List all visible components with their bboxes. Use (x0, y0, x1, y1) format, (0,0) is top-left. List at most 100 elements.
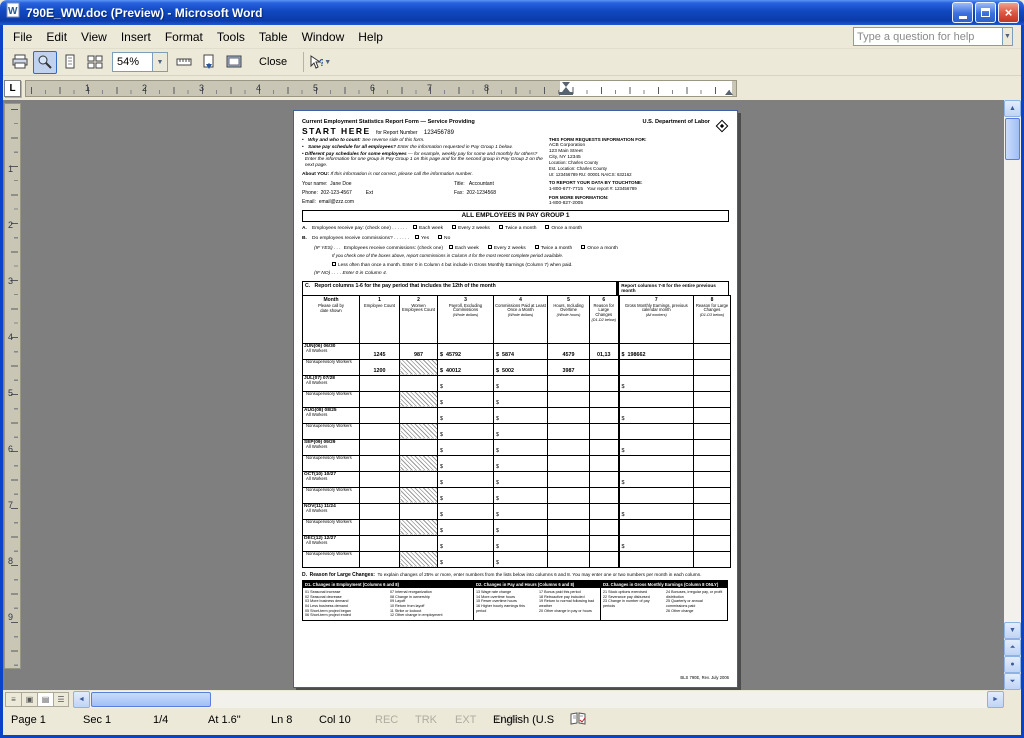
print-layout-view-button[interactable]: ▤ (37, 692, 53, 707)
h-ruler-number: 6 (370, 83, 375, 93)
table-row: SEP(09) 09/29All Workers$$$ (303, 439, 731, 455)
cell-col4: $ (494, 423, 548, 439)
dol-logo (715, 119, 729, 135)
vertical-scroll-thumb[interactable] (1005, 118, 1020, 160)
view-ruler-button[interactable] (172, 51, 196, 74)
cell-col6 (590, 487, 619, 503)
section-a-options: Each weekEvery 2 weeksTwice a monthOnce … (413, 225, 591, 232)
section-c-label: C. (305, 283, 310, 289)
phone-label: Phone: (302, 190, 318, 196)
menu-tools[interactable]: Tools (210, 27, 252, 47)
col-header-month: MonthPlease call bydate shown (303, 295, 360, 343)
question-combo[interactable]: ▼ (853, 27, 1013, 46)
v-ruler-number: 4 (8, 332, 13, 342)
col-label: Reason for Large Changes (695, 304, 729, 314)
if-yes-options: Each weekEvery 2 weeksTwice a monthOnce … (449, 245, 627, 252)
one-page-button[interactable] (58, 51, 82, 74)
multiple-pages-button[interactable] (83, 51, 107, 74)
scroll-right-button[interactable]: ► (987, 691, 1004, 708)
cell-col2: 987 (400, 343, 438, 359)
cell-value: $ (440, 400, 443, 406)
bullet-lead-bold: Same pay schedule for all employees? (308, 145, 396, 150)
cell-col5 (548, 423, 590, 439)
next-page-button[interactable]: ⏷ (1004, 673, 1021, 690)
menu-help[interactable]: Help (351, 27, 390, 47)
menu-window[interactable]: Window (295, 27, 352, 47)
ruler-ticks (31, 86, 734, 94)
magnifier-button[interactable] (33, 51, 57, 74)
scroll-down-button[interactable]: ▼ (1004, 622, 1021, 639)
checkbox-every-2-weeks (452, 225, 456, 229)
email-value: email@zzz.com (319, 199, 354, 205)
checkbox-label: Each week (419, 226, 443, 231)
status-mode-ext[interactable]: EXT (455, 714, 495, 726)
spelling-grammar-icon[interactable] (569, 711, 587, 730)
cell-value: $ (496, 512, 499, 518)
minimize-button[interactable] (952, 2, 973, 23)
col-label: Reason for Large Changes (591, 304, 617, 318)
month-cell: Nonsupervisory Workers (303, 519, 360, 535)
cell-col1 (360, 519, 400, 535)
hanging-indent-marker[interactable] (562, 83, 570, 92)
cell-col5 (548, 503, 590, 519)
month-cell: OCT(10) 10/27All Workers (303, 471, 360, 487)
chevron-down-icon[interactable]: ▼ (1002, 28, 1012, 45)
shrink-to-fit-button[interactable] (197, 51, 221, 74)
help-button[interactable]: ? ▼ (308, 51, 332, 74)
left-indent-marker[interactable] (559, 92, 573, 95)
menu-format[interactable]: Format (158, 27, 210, 47)
document-page[interactable]: Current Employment Statistics Report For… (293, 110, 738, 688)
print-button[interactable] (8, 51, 32, 74)
previous-page-button[interactable]: ⏶ (1004, 639, 1021, 656)
zoom-combo[interactable]: 54% ▼ (112, 52, 168, 72)
col-sublabel: (D1-D3 below) (695, 313, 729, 317)
right-indent-marker[interactable] (725, 86, 733, 95)
normal-view-button[interactable]: ≡ (5, 692, 21, 707)
status-line: Ln 8 (271, 714, 292, 726)
print-preview-area[interactable]: 123456789 Current Employment Statistics … (3, 100, 1004, 690)
cell-col4: $ (494, 439, 548, 455)
cell-col5: 3987 (548, 359, 590, 375)
tab-selector[interactable]: L (4, 80, 21, 97)
fax-label: Fax: (454, 190, 464, 196)
scroll-up-button[interactable]: ▲ (1004, 100, 1021, 117)
select-browse-object-button[interactable]: ● (1004, 656, 1021, 673)
section-c-right: Report columns 7-8 for the entire previo… (617, 281, 729, 295)
name-label: Your name: (302, 181, 327, 187)
menu-view[interactable]: View (74, 27, 114, 47)
cell-col4: $ (494, 455, 548, 471)
cell-col4: $ (494, 407, 548, 423)
all-workers-label: All Workers (304, 413, 358, 418)
checkbox-label: Twice a month (541, 246, 573, 251)
checkbox-label: Yes (421, 236, 429, 241)
outline-view-button[interactable]: ☰ (53, 692, 69, 707)
close-preview-button[interactable]: Close (249, 52, 297, 73)
menu-table[interactable]: Table (252, 27, 295, 47)
reason-box-title: D3. Changes in Gross Monthly Earnings (C… (601, 581, 727, 588)
full-screen-button[interactable] (222, 51, 246, 74)
status-mode-trk[interactable]: TRK (415, 714, 455, 726)
phone-value: 202-123-4567 (321, 190, 352, 196)
horizontal-scroll-thumb[interactable] (91, 692, 211, 707)
maximize-button[interactable] (975, 2, 996, 23)
menu-insert[interactable]: Insert (114, 27, 158, 47)
scroll-left-button[interactable]: ◄ (73, 691, 90, 708)
title-value: Accountant (469, 181, 494, 187)
table-row: Nonsupervisory Workers$$ (303, 551, 731, 567)
col-sublabel: (Whole dollars) (495, 313, 546, 317)
horizontal-scrollbar[interactable]: ◄ ► (73, 691, 1004, 708)
cell-value: $ (496, 496, 499, 502)
vertical-scrollbar[interactable]: ▲ ▼ ⏶ ● ⏷ (1004, 100, 1021, 690)
web-layout-view-button[interactable]: ▣ (21, 692, 37, 707)
question-input[interactable] (854, 31, 1002, 43)
close-button[interactable]: × (998, 2, 1019, 23)
h-ruler-number: 3 (199, 83, 204, 93)
menu-file[interactable]: File (6, 27, 39, 47)
menu-edit[interactable]: Edit (39, 27, 74, 47)
cell-col2 (400, 423, 438, 439)
chevron-down-icon[interactable]: ▼ (324, 59, 331, 66)
chevron-down-icon[interactable]: ▼ (152, 53, 167, 71)
cell-value: $ (496, 544, 499, 550)
status-mode-rec[interactable]: REC (375, 714, 415, 726)
status-bar: Page 1 Sec 1 1/4 At 1.6" Ln 8 Col 10 REC… (3, 708, 1021, 735)
